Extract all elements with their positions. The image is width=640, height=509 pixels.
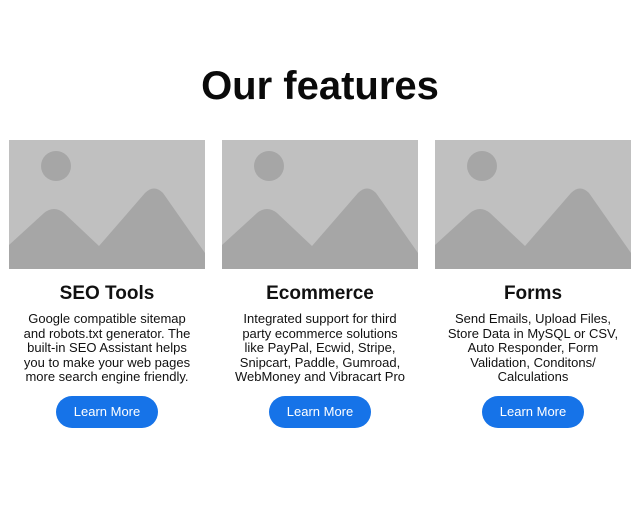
description-line: more search engine friendly. <box>25 369 189 384</box>
description-line: Calculations <box>497 369 569 384</box>
description-line: built-in SEO Assistant helps <box>27 340 187 355</box>
learn-more-button[interactable]: Learn More <box>56 395 158 428</box>
description-line: Send Emails, Upload Files, <box>454 311 612 326</box>
image-placeholder-icon <box>9 140 205 269</box>
description-line: party ecommerce solutions <box>242 325 398 341</box>
feature-description: Google compatible sitemap and robots.txt… <box>19 311 195 385</box>
description-line: Validation, Conditons/ <box>470 354 596 370</box>
feature-title: SEO Tools <box>59 283 155 304</box>
description-line: Store Data in MySQL or CSV, <box>447 325 619 341</box>
feature-title: Forms <box>503 283 563 304</box>
image-placeholder-icon <box>222 140 418 269</box>
learn-more-button[interactable]: Learn More <box>482 395 584 428</box>
description-line: Google compatible sitemap <box>28 311 186 326</box>
image-placeholder-icon <box>435 140 631 269</box>
description-line: Snipcart, Paddle, Gumroad, <box>239 354 401 370</box>
feature-title: Ecommerce <box>266 283 374 304</box>
feature-cards: SEO Tools Google compatible sitemap and … <box>9 140 631 428</box>
feature-card-forms: Forms Send Emails, Upload Files, Store D… <box>435 140 631 428</box>
learn-more-button[interactable]: Learn More <box>269 395 371 428</box>
feature-description: Integrated support for third party ecomm… <box>232 311 408 385</box>
description-line: WebMoney and Vibracart Pro <box>234 369 406 384</box>
description-line: Auto Responder, Form <box>467 340 599 355</box>
feature-description: Send Emails, Upload Files, Store Data in… <box>445 311 621 385</box>
feature-card-ecommerce: Ecommerce Integrated support for third p… <box>222 140 418 428</box>
description-line: Integrated support for third <box>243 311 397 326</box>
description-line: and robots.txt generator. The <box>23 325 191 341</box>
features-section: Our features SEO Tools Google compatible… <box>0 0 640 509</box>
description-line: like PayPal, Ecwid, Stripe, <box>244 340 396 355</box>
description-line: you to make your web pages <box>23 354 191 370</box>
page-title: Our features <box>201 64 439 108</box>
feature-card-seo-tools: SEO Tools Google compatible sitemap and … <box>9 140 205 428</box>
